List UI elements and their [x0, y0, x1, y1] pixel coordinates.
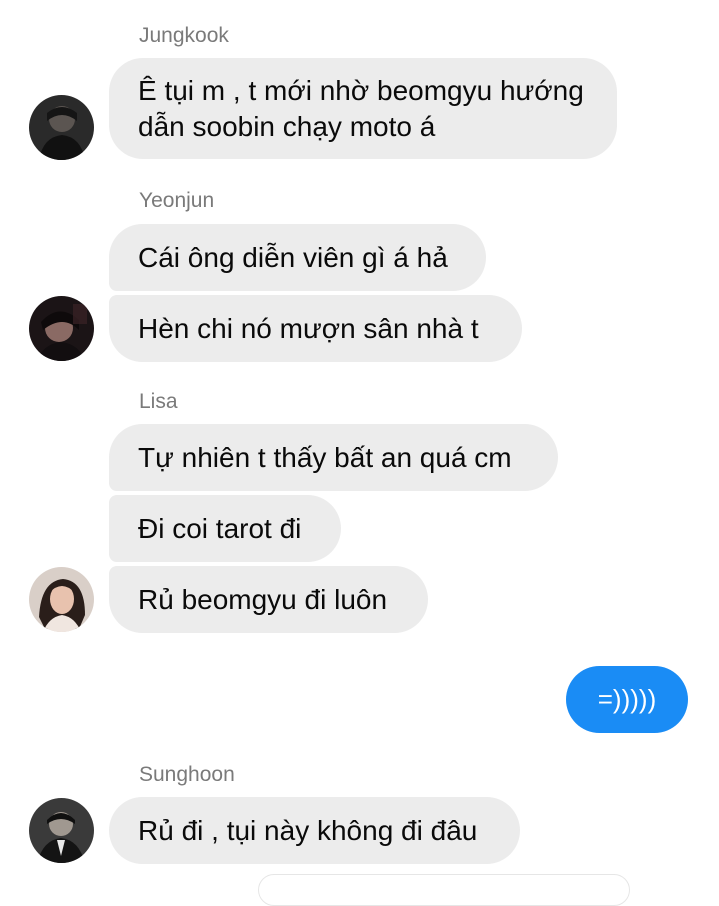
sender-name-yeonjun: Yeonjun — [139, 189, 215, 212]
message-bubble[interactable]: Ê tụi m , t mới nhờ beomgyu hướng dẫn so… — [109, 58, 617, 159]
message-bubble[interactable]: Rủ đi , tụi này không đi đâu — [109, 797, 520, 864]
sunghoon-avatar[interactable] — [29, 798, 94, 863]
outgoing-message-text: =))))) — [597, 684, 657, 714]
lisa-avatar[interactable] — [29, 567, 94, 632]
sender-name-lisa: Lisa — [139, 390, 178, 413]
message-bubble[interactable]: Đi coi tarot đi — [109, 495, 341, 562]
yeonjun-avatar[interactable] — [29, 296, 94, 361]
message-text: Ê tụi m , t mới nhờ beomgyu hướng dẫn so… — [138, 74, 584, 142]
message-text: Cái ông diễn viên gì á hả — [138, 241, 448, 273]
message-bubble[interactable]: Cái ông diễn viên gì á hả — [109, 224, 486, 291]
partial-message-bubble[interactable] — [258, 874, 630, 906]
sender-name-sunghoon: Sunghoon — [139, 763, 235, 786]
jungkook-avatar[interactable] — [29, 95, 94, 160]
outgoing-message-bubble[interactable]: =))))) — [566, 666, 688, 733]
message-text: Rủ đi , tụi này không đi đâu — [138, 814, 478, 846]
message-text: Hèn chi nó mượn sân nhà t — [138, 312, 479, 344]
message-bubble[interactable]: Hèn chi nó mượn sân nhà t — [109, 295, 522, 362]
message-bubble[interactable]: Tự nhiên t thấy bất an quá cm — [109, 424, 558, 491]
message-text: Tự nhiên t thấy bất an quá cm — [138, 441, 512, 473]
sender-name-jungkook: Jungkook — [139, 24, 229, 47]
message-bubble[interactable]: Rủ beomgyu đi luôn — [109, 566, 428, 633]
message-text: Đi coi tarot đi — [138, 512, 302, 544]
message-text: Rủ beomgyu đi luôn — [138, 583, 388, 615]
